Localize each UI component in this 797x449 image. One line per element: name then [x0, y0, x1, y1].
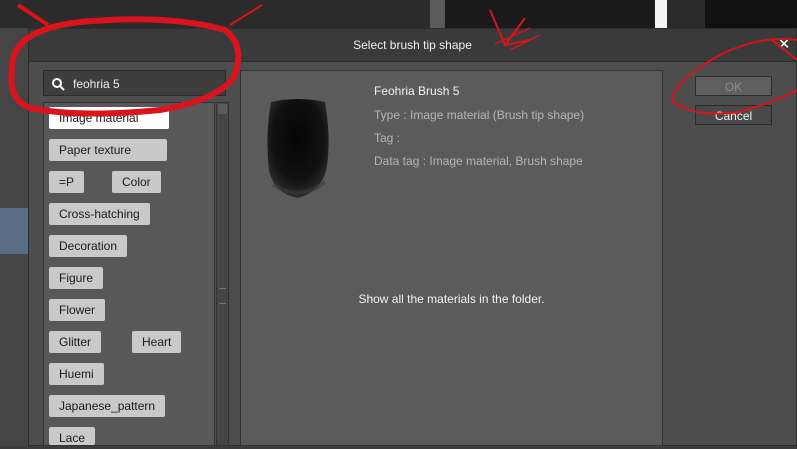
app-left-panel: [0, 28, 28, 446]
brush-tip-thumbnail[interactable]: [265, 96, 331, 201]
tag-huemi[interactable]: Huemi: [49, 363, 104, 385]
tag-panel: Image material Paper texture =P Color Cr…: [43, 70, 230, 446]
tag-equals-p[interactable]: =P: [49, 171, 85, 193]
app-left-highlight: [0, 208, 28, 254]
tag-list-scrollbar[interactable]: [216, 102, 229, 446]
material-list-panel[interactable]: Feohria Brush 5 Type : Image material (B…: [240, 70, 663, 446]
dialog-title: Select brush tip shape: [353, 38, 472, 52]
tag-paper-texture[interactable]: Paper texture: [49, 139, 167, 161]
tag-color[interactable]: Color: [112, 171, 161, 193]
app-background-strip: [0, 0, 797, 28]
background-thumbnail: [705, 0, 797, 28]
search-icon: [52, 78, 65, 91]
tag-image-material[interactable]: Image material: [49, 107, 169, 129]
background-thumbnail: [445, 0, 655, 28]
search-field[interactable]: [43, 70, 226, 96]
tag-decoration[interactable]: Decoration: [49, 235, 128, 257]
tag-cross-hatching[interactable]: Cross-hatching: [49, 203, 150, 225]
material-tag: Tag :: [374, 131, 401, 145]
material-name: Feohria Brush 5: [374, 84, 460, 98]
tag-figure[interactable]: Figure: [49, 267, 104, 289]
folder-message: Show all the materials in the folder.: [358, 292, 545, 306]
ok-button[interactable]: OK: [695, 76, 772, 96]
tag-japanese-pattern[interactable]: Japanese_pattern: [49, 395, 166, 417]
tag-lace[interactable]: Lace: [49, 427, 96, 445]
tag-glitter[interactable]: Glitter: [49, 331, 102, 353]
dialog-titlebar[interactable]: Select brush tip shape ✕: [29, 29, 796, 62]
search-input[interactable]: [71, 76, 225, 92]
tag-heart[interactable]: Heart: [132, 331, 182, 353]
background-thumbnail: [655, 0, 667, 28]
cancel-button[interactable]: Cancel: [695, 105, 772, 125]
material-type: Type : Image material (Brush tip shape): [374, 108, 585, 122]
scroll-grip-icon[interactable]: [219, 288, 226, 304]
material-data-tag: Data tag : Image material, Brush shape: [374, 154, 583, 168]
tag-flower[interactable]: Flower: [49, 299, 106, 321]
tag-list: Image material Paper texture =P Color Cr…: [43, 102, 215, 446]
scroll-up-arrow-icon[interactable]: [218, 104, 227, 114]
background-thumbnail: [430, 0, 446, 28]
close-icon[interactable]: ✕: [776, 37, 792, 53]
